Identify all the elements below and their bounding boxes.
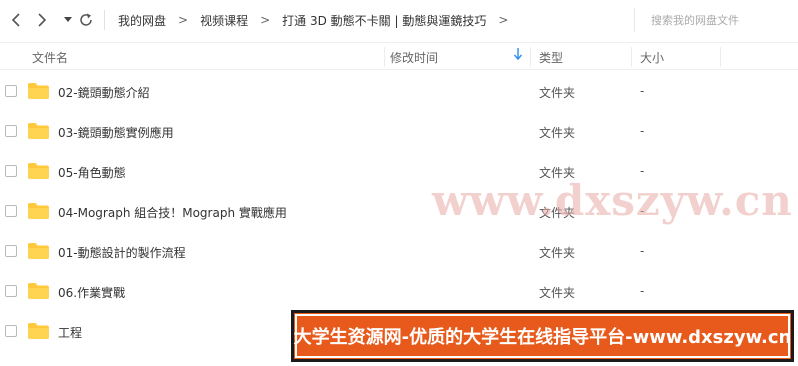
search-box bbox=[634, 8, 792, 32]
row-checkbox[interactable] bbox=[5, 245, 17, 257]
row-checkbox[interactable] bbox=[5, 285, 17, 297]
file-type: 文件夹 bbox=[539, 286, 576, 300]
column-divider[interactable] bbox=[631, 47, 632, 67]
folder-icon bbox=[28, 203, 49, 219]
file-name[interactable]: 工程 bbox=[58, 324, 82, 341]
search-input[interactable] bbox=[651, 13, 781, 27]
breadcrumb-item-my-drive[interactable]: 我的网盘 bbox=[118, 12, 166, 29]
file-name[interactable]: 03-鏡頭動態實例應用 bbox=[58, 124, 174, 141]
file-row[interactable]: 01-動態設計的製作流程 文件夹 - bbox=[0, 231, 798, 271]
breadcrumb: 我的网盘 > 视频课程 > 打通 3D 動態不卡關 | 動態與運鏡技巧 > bbox=[118, 12, 520, 28]
file-size: - bbox=[640, 244, 645, 258]
file-name[interactable]: 06.作業實戰 bbox=[58, 284, 125, 301]
toolbar: 我的网盘 > 视频课程 > 打通 3D 動態不卡關 | 動態與運鏡技巧 > bbox=[0, 0, 798, 40]
file-row[interactable]: 02-鏡頭動態介紹 文件夹 - bbox=[0, 71, 798, 111]
file-type: 文件夹 bbox=[539, 126, 576, 140]
column-divider[interactable] bbox=[720, 47, 721, 67]
refresh-icon[interactable] bbox=[76, 10, 96, 30]
chevron-right-icon[interactable] bbox=[32, 10, 52, 30]
file-row[interactable]: 03-鏡頭動態實例應用 文件夹 - bbox=[0, 111, 798, 151]
watermark-text: www.dxszyw.cn bbox=[432, 176, 793, 225]
banner-text: 大学生资源网-优质的大学生在线指导平台-www.dxszyw.cn bbox=[293, 327, 792, 348]
toolbar-divider bbox=[104, 10, 105, 30]
column-header-type[interactable]: 类型 bbox=[539, 49, 563, 66]
file-name[interactable]: 04-Mograph 組合技！Mograph 實戰應用 bbox=[58, 204, 287, 221]
row-checkbox[interactable] bbox=[5, 205, 17, 217]
file-size: - bbox=[640, 124, 645, 138]
folder-icon bbox=[28, 83, 49, 99]
breadcrumb-separator: > bbox=[498, 13, 509, 27]
folder-icon bbox=[28, 283, 49, 299]
column-divider[interactable] bbox=[530, 47, 531, 67]
column-header-size[interactable]: 大小 bbox=[640, 49, 664, 66]
chevron-left-icon[interactable] bbox=[6, 10, 26, 30]
file-type: 文件夹 bbox=[539, 86, 576, 100]
file-name[interactable]: 05-角色動態 bbox=[58, 164, 126, 181]
breadcrumb-separator: > bbox=[178, 13, 189, 27]
arrow-down-icon[interactable] bbox=[513, 48, 523, 63]
row-checkbox[interactable] bbox=[5, 325, 17, 337]
folder-icon bbox=[28, 163, 49, 179]
file-row[interactable]: 06.作業實戰 文件夹 - bbox=[0, 271, 798, 311]
file-size: - bbox=[640, 284, 645, 298]
folder-icon bbox=[28, 323, 49, 339]
column-header-modified[interactable]: 修改时间 bbox=[390, 49, 438, 66]
breadcrumb-item-video-courses[interactable]: 视频课程 bbox=[200, 12, 248, 29]
folder-icon bbox=[28, 123, 49, 139]
file-name[interactable]: 01-動態設計的製作流程 bbox=[58, 244, 186, 261]
row-checkbox[interactable] bbox=[5, 85, 17, 97]
column-header-name[interactable]: 文件名 bbox=[32, 49, 68, 66]
file-type: 文件夹 bbox=[539, 246, 576, 260]
row-checkbox[interactable] bbox=[5, 125, 17, 137]
file-size: - bbox=[640, 84, 645, 98]
breadcrumb-separator: > bbox=[260, 13, 271, 27]
breadcrumb-item-current-folder[interactable]: 打通 3D 動態不卡關 | 動態與運鏡技巧 bbox=[282, 12, 486, 29]
promo-banner: 大学生资源网-优质的大学生在线指导平台-www.dxszyw.cn bbox=[291, 310, 794, 362]
file-name[interactable]: 02-鏡頭動態介紹 bbox=[58, 84, 150, 101]
column-divider[interactable] bbox=[384, 47, 385, 67]
caret-down-icon[interactable] bbox=[58, 10, 78, 30]
folder-icon bbox=[28, 243, 49, 259]
file-list-header: 文件名 修改时间 类型 大小 bbox=[0, 42, 798, 70]
row-checkbox[interactable] bbox=[5, 165, 17, 177]
